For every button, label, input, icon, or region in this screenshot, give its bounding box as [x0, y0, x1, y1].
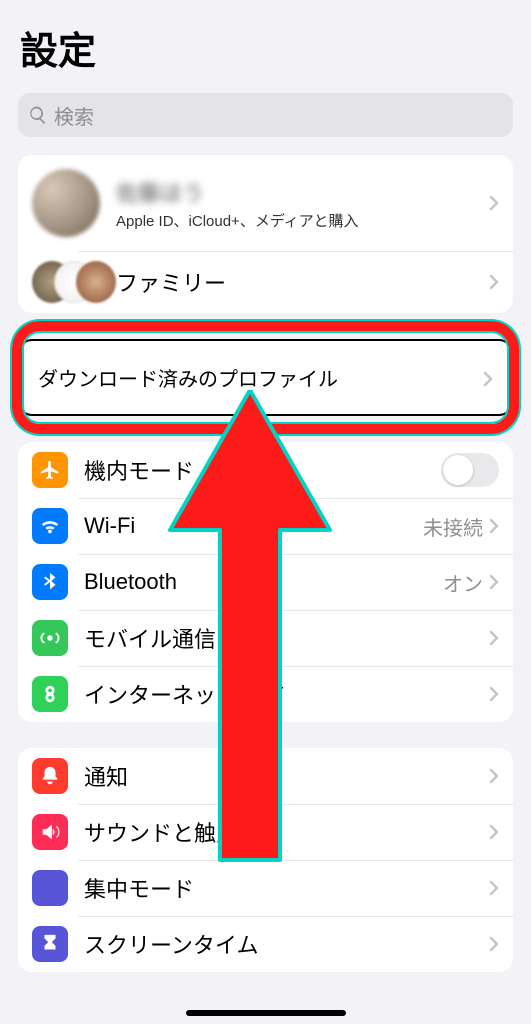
- header: 設定: [0, 0, 531, 85]
- home-indicator[interactable]: [186, 1010, 346, 1016]
- family-avatars: [32, 261, 116, 303]
- cellular-icon: [32, 620, 68, 656]
- hotspot-row[interactable]: インターネット 有: [18, 666, 513, 722]
- chevron-right-icon: [489, 880, 499, 896]
- focus-label: 集中モード: [84, 872, 489, 904]
- chevron-right-icon: [489, 768, 499, 784]
- notifications-row[interactable]: 通知: [18, 748, 513, 804]
- sounds-row[interactable]: サウンドと触覚: [18, 804, 513, 860]
- apple-id-row[interactable]: 佐藤ほう Apple ID、iCloud+、メディアと購入: [18, 155, 513, 251]
- chevron-right-icon: [489, 630, 499, 646]
- wifi-row[interactable]: Wi-Fi 未接続: [18, 498, 513, 554]
- wifi-value: 未接続: [423, 512, 483, 541]
- general-group: 通知 サウンドと触覚 集中モード スクリーンタイム: [18, 748, 513, 972]
- screentime-label: スクリーンタイム: [84, 928, 489, 960]
- chevron-right-icon: [489, 936, 499, 952]
- profile-label: ダウンロード済みのプロファイル: [38, 363, 483, 392]
- profile-group-highlight: ダウンロード済みのプロファイル: [18, 339, 513, 416]
- notifications-label: 通知: [84, 760, 489, 792]
- bluetooth-value: オン: [443, 568, 483, 597]
- airplane-toggle[interactable]: [441, 453, 499, 487]
- page-title: 設定: [20, 20, 511, 75]
- network-group: 機内モード Wi-Fi 未接続 Bluetooth オン モバイル通信 インター…: [18, 442, 513, 722]
- search-input[interactable]: 検索: [18, 93, 513, 137]
- cellular-label: モバイル通信: [84, 622, 489, 654]
- family-label: ファミリー: [116, 266, 489, 298]
- screentime-row[interactable]: スクリーンタイム: [18, 916, 513, 972]
- airplane-mode-row[interactable]: 機内モード: [18, 442, 513, 498]
- wifi-label: Wi-Fi: [84, 513, 423, 539]
- account-subtitle: Apple ID、iCloud+、メディアと購入: [116, 210, 489, 231]
- search-icon: [28, 105, 48, 125]
- downloaded-profile-row[interactable]: ダウンロード済みのプロファイル: [20, 341, 511, 414]
- bluetooth-row[interactable]: Bluetooth オン: [18, 554, 513, 610]
- airplane-label: 機内モード: [84, 454, 441, 486]
- chevron-right-icon: [489, 574, 499, 590]
- moon-icon: [32, 870, 68, 906]
- hourglass-icon: [32, 926, 68, 962]
- chevron-right-icon: [489, 686, 499, 702]
- speaker-icon: [32, 814, 68, 850]
- airplane-icon: [32, 452, 68, 488]
- cellular-row[interactable]: モバイル通信: [18, 610, 513, 666]
- focus-row[interactable]: 集中モード: [18, 860, 513, 916]
- wifi-icon: [32, 508, 68, 544]
- bell-icon: [32, 758, 68, 794]
- family-row[interactable]: ファミリー: [18, 251, 513, 313]
- bluetooth-icon: [32, 564, 68, 600]
- hotspot-icon: [32, 676, 68, 712]
- account-group: 佐藤ほう Apple ID、iCloud+、メディアと購入 ファミリー: [18, 155, 513, 313]
- hotspot-label: インターネット 有: [84, 678, 489, 710]
- chevron-right-icon: [489, 518, 499, 534]
- sounds-label: サウンドと触覚: [84, 816, 489, 848]
- avatar: [32, 169, 100, 237]
- account-name: 佐藤ほう: [116, 176, 489, 208]
- chevron-right-icon: [489, 274, 499, 290]
- chevron-right-icon: [489, 824, 499, 840]
- bluetooth-label: Bluetooth: [84, 569, 443, 595]
- search-placeholder: 検索: [54, 101, 94, 130]
- chevron-right-icon: [489, 195, 499, 211]
- chevron-right-icon: [483, 370, 493, 386]
